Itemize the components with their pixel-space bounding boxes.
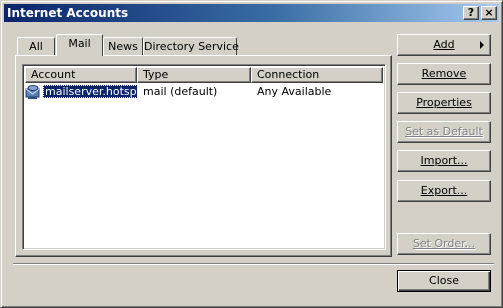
set-as-default-button[interactable]: Set as Default — [397, 121, 491, 143]
tab-news-label: News — [108, 40, 138, 53]
table-row[interactable]: mailserver.hotspa... mail (default) Any … — [25, 84, 383, 100]
type-cell: mail (default) — [143, 85, 218, 98]
window-title: Internet Accounts — [7, 6, 129, 20]
column-header-type[interactable]: Type — [137, 67, 251, 83]
close-window-button[interactable]: × — [481, 6, 497, 20]
tab-news[interactable]: News — [103, 37, 143, 56]
tab-all[interactable]: All — [17, 37, 55, 56]
column-header-account[interactable]: Account — [25, 67, 137, 83]
export-button[interactable]: Export... — [397, 180, 491, 202]
set-order-button[interactable]: Set Order... — [397, 233, 491, 255]
close-button[interactable]: Close — [397, 270, 491, 292]
accounts-list[interactable]: Account Type Connection mailserver.hotsp… — [22, 64, 386, 250]
add-button[interactable]: Add — [397, 34, 491, 56]
title-bar[interactable]: Internet Accounts ? × — [4, 4, 499, 22]
tab-directory-service-label: Directory Service — [144, 40, 239, 53]
account-name: mailserver.hotspa... — [43, 85, 137, 98]
add-button-label: Add — [433, 38, 455, 51]
mail-tab-panel: Account Type Connection mailserver.hotsp… — [15, 55, 392, 257]
properties-button[interactable]: Properties — [397, 92, 491, 114]
tab-all-label: All — [29, 40, 43, 53]
internet-accounts-dialog: Internet Accounts ? × All Mail News Dire… — [0, 0, 503, 308]
tab-directory-service[interactable]: Directory Service — [143, 37, 239, 56]
submenu-arrow-icon — [480, 41, 484, 49]
tab-mail-label: Mail — [68, 37, 91, 50]
help-button[interactable]: ? — [463, 6, 479, 20]
import-button[interactable]: Import... — [397, 150, 491, 172]
mail-account-icon — [25, 85, 40, 99]
separator — [13, 263, 494, 265]
tab-mail[interactable]: Mail — [56, 34, 103, 56]
account-cell: mailserver.hotspa... — [25, 84, 137, 100]
list-header: Account Type Connection — [25, 67, 383, 83]
remove-button[interactable]: Remove — [397, 63, 491, 85]
connection-cell: Any Available — [257, 85, 332, 98]
column-header-connection[interactable]: Connection — [251, 67, 383, 83]
